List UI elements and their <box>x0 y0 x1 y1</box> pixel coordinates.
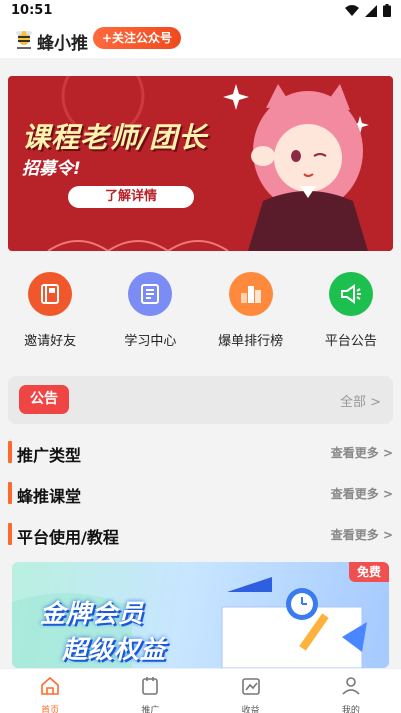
quick-platform-notice[interactable]: 平台公告 <box>301 268 401 358</box>
tab-income[interactable]: 收益 <box>201 669 301 713</box>
notice-bar[interactable]: 公告 全部 > <box>8 376 393 424</box>
bee-logo-icon <box>16 31 32 49</box>
status-time: 10:51 <box>11 3 53 18</box>
section-accent-bar <box>8 482 12 504</box>
section-title: 平台使用/教程 <box>17 528 119 547</box>
banner-subtitle: 招募令! <box>22 159 81 179</box>
section-title: 蜂推课堂 <box>17 487 82 506</box>
tab-promote[interactable]: 推广 <box>100 669 200 713</box>
quick-learning-center[interactable]: 学习中心 <box>100 268 200 358</box>
promote-icon <box>142 677 159 695</box>
section-more-link[interactable]: 查看更多 > <box>331 526 393 543</box>
card-title-line1: 金牌会员 <box>40 599 145 628</box>
section-classroom: 蜂推课堂 查看更多 > <box>8 480 393 506</box>
recruit-banner[interactable]: 课程老师/团长 招募令! 了解详情 <box>8 76 393 251</box>
section-title: 推广类型 <box>17 446 82 465</box>
notice-more-link[interactable]: 全部 > <box>340 391 381 410</box>
wifi-icon <box>345 4 359 16</box>
megaphone-icon <box>328 272 373 316</box>
quick-label: 学习中心 <box>124 334 177 349</box>
gold-membership-card[interactable]: 免费 金牌会员 超级权益 <box>12 562 389 668</box>
learn-more-button[interactable]: 了解详情 <box>68 186 194 208</box>
home-icon <box>41 676 59 695</box>
document-icon <box>128 272 173 316</box>
quick-label: 平台公告 <box>324 334 377 349</box>
quick-bestseller-ranking[interactable]: 爆单排行榜 <box>201 268 301 358</box>
section-accent-bar <box>8 441 12 463</box>
book-icon <box>28 272 73 316</box>
quick-label: 邀请好友 <box>24 334 77 349</box>
signal-icon <box>365 4 377 17</box>
status-bar: 10:51 <box>0 0 401 22</box>
bottom-tab-bar: 首页 推广 收益 我的 <box>0 668 401 713</box>
tab-label: 首页 <box>41 706 60 713</box>
chart-icon <box>228 272 273 316</box>
quick-invite-friends[interactable]: 邀请好友 <box>0 268 100 358</box>
card-title-line2: 超级权益 <box>62 635 167 664</box>
quick-actions: 邀请好友 学习中心 爆单排行榜 平台公告 <box>0 268 401 358</box>
section-more-link[interactable]: 查看更多 > <box>331 444 393 461</box>
tab-home[interactable]: 首页 <box>0 669 100 713</box>
quick-label: 爆单排行榜 <box>218 334 284 349</box>
section-promotion-types: 推广类型 查看更多 > <box>8 439 393 465</box>
app-header: 蜂小推 +关注公众号 <box>0 22 401 58</box>
banner-title: 课程老师/团长 <box>22 121 208 154</box>
battery-icon <box>383 4 391 17</box>
section-accent-bar <box>8 523 12 545</box>
section-more-link[interactable]: 查看更多 > <box>331 485 393 502</box>
app-title: 蜂小推 <box>37 34 88 54</box>
tab-label: 我的 <box>341 706 360 713</box>
income-icon <box>241 678 260 695</box>
tab-label: 收益 <box>241 706 260 713</box>
tab-label: 推广 <box>141 706 160 713</box>
profile-icon <box>342 677 360 695</box>
system-icons <box>345 4 391 17</box>
free-badge: 免费 <box>349 562 389 582</box>
section-tutorial: 平台使用/教程 查看更多 > <box>8 521 393 547</box>
follow-account-button[interactable]: +关注公众号 <box>93 27 182 49</box>
tab-profile[interactable]: 我的 <box>301 669 401 713</box>
notice-tag: 公告 <box>19 385 69 414</box>
